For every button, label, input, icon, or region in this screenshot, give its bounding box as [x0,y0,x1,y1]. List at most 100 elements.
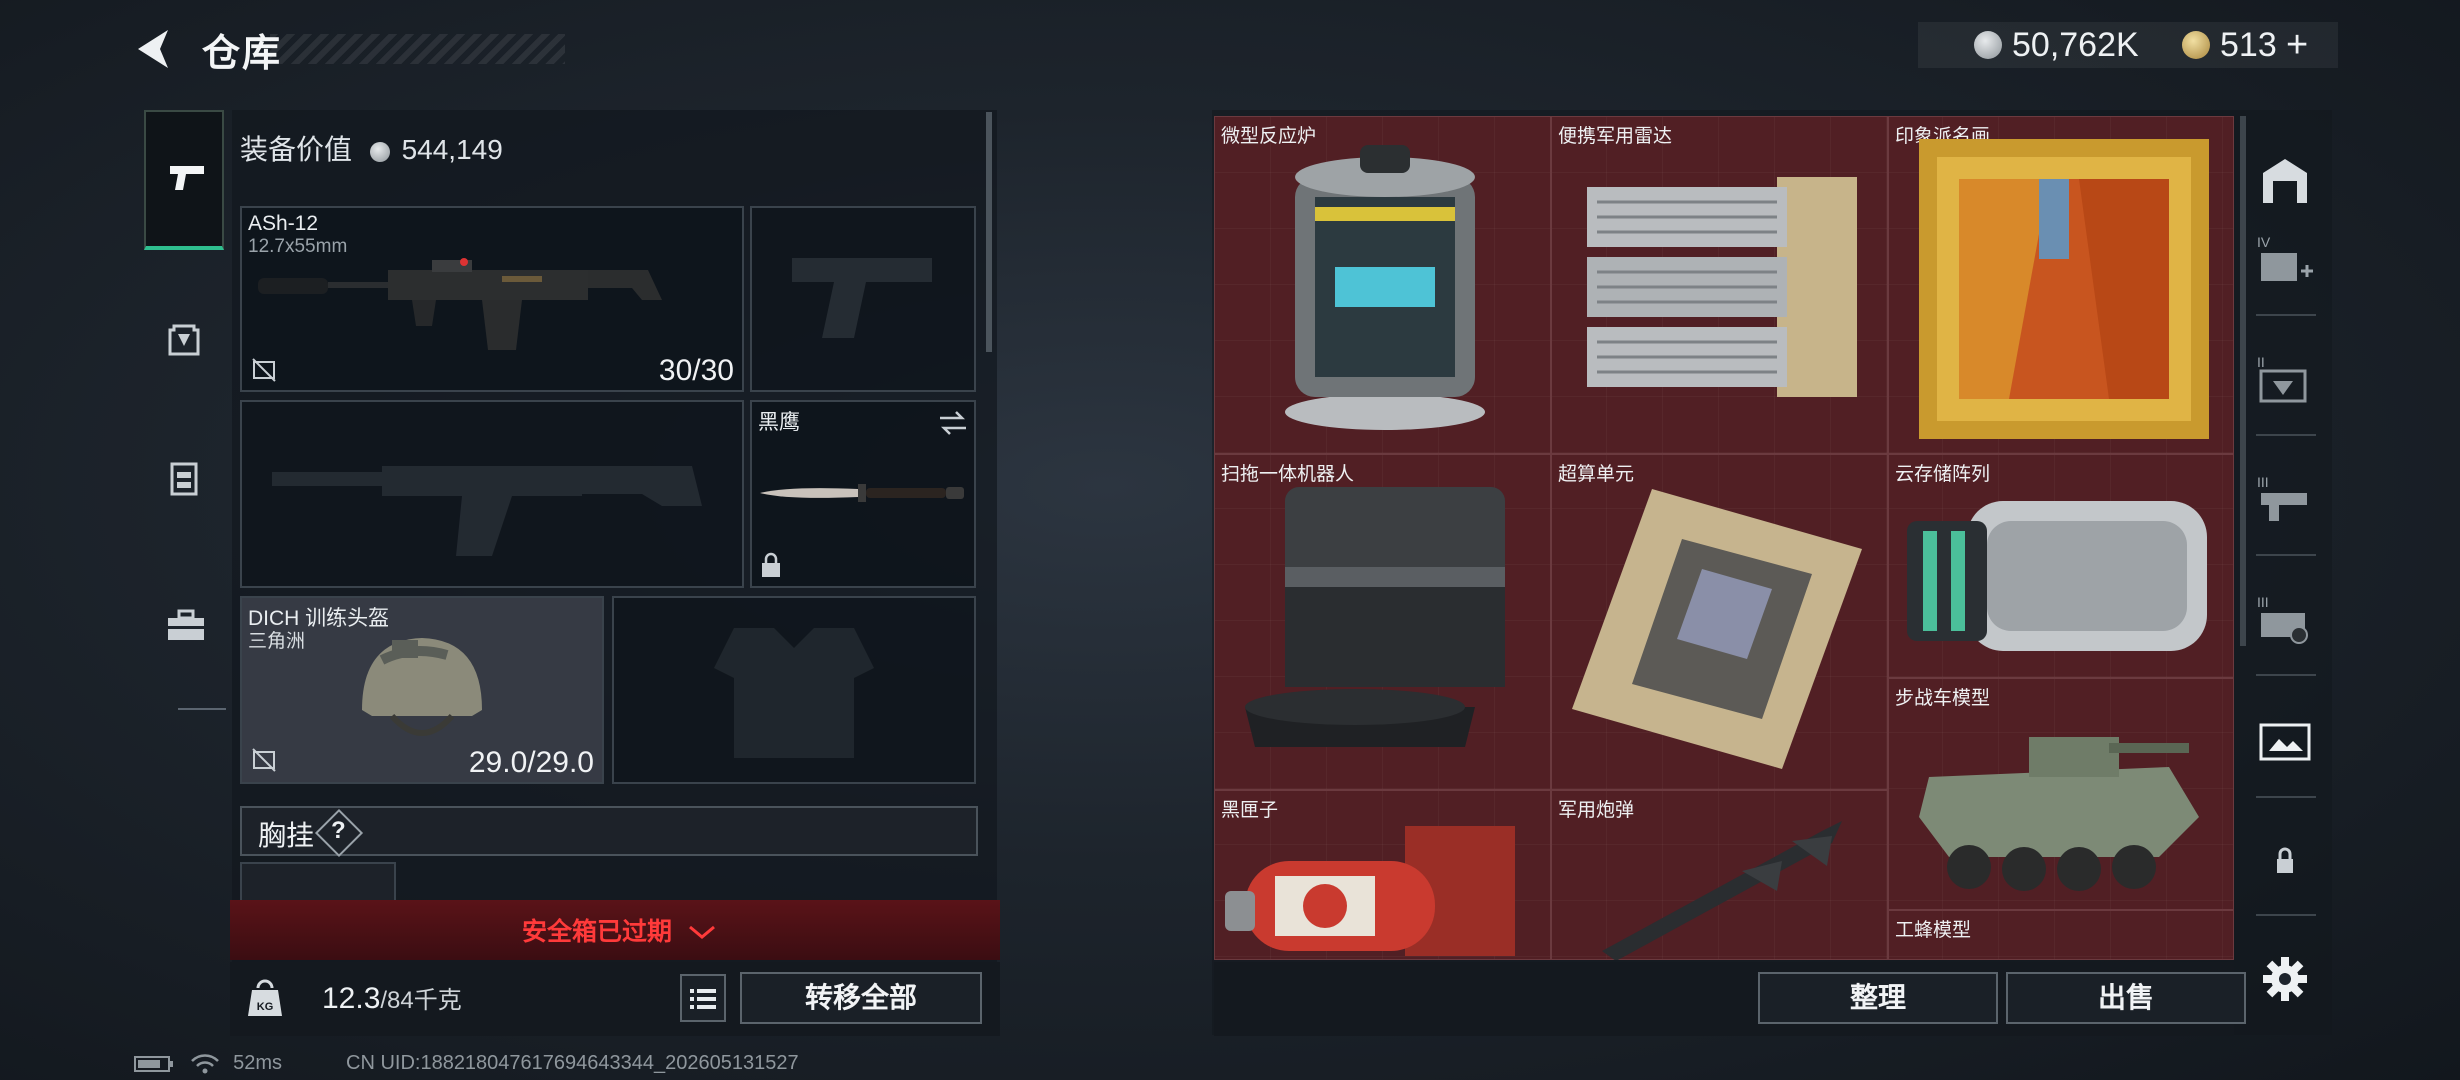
storage-item[interactable]: 便携军用雷达 [1551,116,1888,454]
tab-collection[interactable] [2250,706,2320,776]
svg-text:IV: IV [2257,234,2271,250]
tab-weapons[interactable] [144,110,224,250]
battery-icon [134,1055,173,1072]
storage-item[interactable]: 黑匣子 [1214,790,1551,960]
tab-storage-iv[interactable]: IV [2250,226,2320,296]
gold-coin-icon [2182,31,2210,59]
swap-icon[interactable] [938,410,968,436]
chevron-down-icon [689,926,715,940]
item-label: 工蜂模型 [1895,920,1972,941]
currency-bar: 50,762K 513 + [1918,22,2338,68]
melee-slot[interactable]: 黑鹰 [750,400,976,588]
tab-divider [2256,554,2316,556]
sell-button[interactable]: 出售 [2006,972,2246,1024]
tab-divider [2256,314,2316,316]
helmet-image [362,638,482,736]
knife-image [760,484,964,502]
list-icon [690,989,716,1009]
primary-weapon-slot[interactable]: ASh-12 12.7x55mm 30/30 [240,206,744,392]
item-label: 黑匣子 [1221,800,1279,821]
item-label: 步战车模型 [1895,688,1991,709]
tab-case[interactable] [144,560,224,700]
item-label: 便携军用雷达 [1558,126,1673,147]
tabs-divider [178,708,226,710]
pistol-silhouette [792,258,932,338]
storage-item[interactable]: 步战车模型 [1888,678,2234,910]
title-decoration [270,34,565,64]
rifle-image [258,258,662,350]
tab-armor[interactable] [144,270,224,410]
helmet-faction: 三角洲 [248,631,306,652]
storage-item[interactable]: 军用炮弹 [1551,790,1888,960]
tab-storage-iii-b[interactable]: III [2250,586,2320,656]
list-view-button[interactable] [680,974,726,1022]
gold-amount: 513 [2220,26,2277,64]
equipment-scrollbar[interactable] [986,112,992,352]
settings-button[interactable] [2250,944,2320,1014]
lock-icon [762,552,780,577]
secondary-weapon-slot[interactable] [240,400,744,588]
robot-vacuum-image [1245,487,1505,747]
no-insurance-icon [252,358,276,382]
artillery-shell-image [1602,821,1842,960]
ifv-model-image [1919,737,2199,891]
storage-scrollbar[interactable] [2240,116,2246,646]
tab-storage-iii[interactable]: III [2250,466,2320,536]
storage-iii-icon: III [2257,474,2307,521]
weight-max: /84千克 [380,987,462,1014]
reactor-image [1285,145,1485,430]
equipment-value: 装备价值 544,149 [240,128,503,168]
storage-item[interactable]: 云存储阵列 [1888,454,2234,678]
gear-icon [2263,957,2307,1001]
silver-coin-icon [1974,31,2002,59]
backpack-icon [168,324,200,356]
tab-divider [2256,914,2316,916]
melee-name: 黑鹰 [758,411,800,434]
warehouse-icon [2263,159,2307,203]
radar-image [1587,177,1857,397]
weight-readout: 12.3/84千克 [322,980,462,1016]
storage-array-image [1907,501,2207,651]
tab-rig[interactable] [144,410,224,550]
compute-unit-image [1572,489,1862,769]
sort-button[interactable]: 整理 [1758,972,1998,1024]
body-armor-slot[interactable] [612,596,976,784]
tab-divider [2256,796,2316,798]
tab-divider [2256,434,2316,436]
svg-text:III: III [2257,474,2269,490]
armor-silhouette [714,628,874,758]
storage-ii-icon: II [2257,354,2307,403]
storage-grid: 微型反应炉 便携军用雷达 印象派名画 扫拖一体机器人 超算单元 云存储阵列 步战… [1214,116,2234,960]
tab-divider [2256,674,2316,676]
painting-image [1919,139,2209,439]
safe-box-status: 安全箱已过期 [522,912,717,948]
storage-item[interactable]: 扫拖一体机器人 [1214,454,1551,790]
helmet-slot[interactable]: DICH 训练头盔 三角洲 29.0/29.0 [240,596,604,784]
pistol-slot[interactable] [750,206,976,392]
chest-rig-label: 胸挂 [258,820,315,851]
storage-item[interactable]: 工蜂模型 [1888,910,2234,960]
vest-icon [170,462,198,496]
helmet-durability: 29.0/29.0 [468,746,594,779]
tab-warehouse[interactable] [2250,146,2320,216]
transfer-all-button[interactable]: 转移全部 [740,972,982,1024]
storage-item[interactable]: 微型反应炉 [1214,116,1551,454]
chest-rig-slot[interactable] [240,862,396,902]
no-insurance-icon [252,748,276,772]
weapon-name: ASh-12 [248,212,319,235]
rifle-silhouette [272,466,702,556]
storage-item[interactable]: 印象派名画 [1888,116,2234,454]
svg-text:III: III [2257,594,2269,610]
tab-locked[interactable] [2250,826,2320,896]
back-button[interactable] [130,24,180,74]
add-storage-icon: IV [2257,234,2313,281]
item-label: 云存储阵列 [1895,464,1991,485]
device-status: 52ms [134,1052,282,1075]
storage-iii-b-icon: III [2257,594,2308,644]
weight-current: 12.3 [322,982,381,1015]
ping-value: 52ms [233,1052,283,1074]
buy-currency-button[interactable]: + [2286,24,2308,67]
pistol-icon [170,166,204,190]
storage-item[interactable]: 超算单元 [1551,454,1888,790]
tab-storage-ii[interactable]: II [2250,346,2320,416]
